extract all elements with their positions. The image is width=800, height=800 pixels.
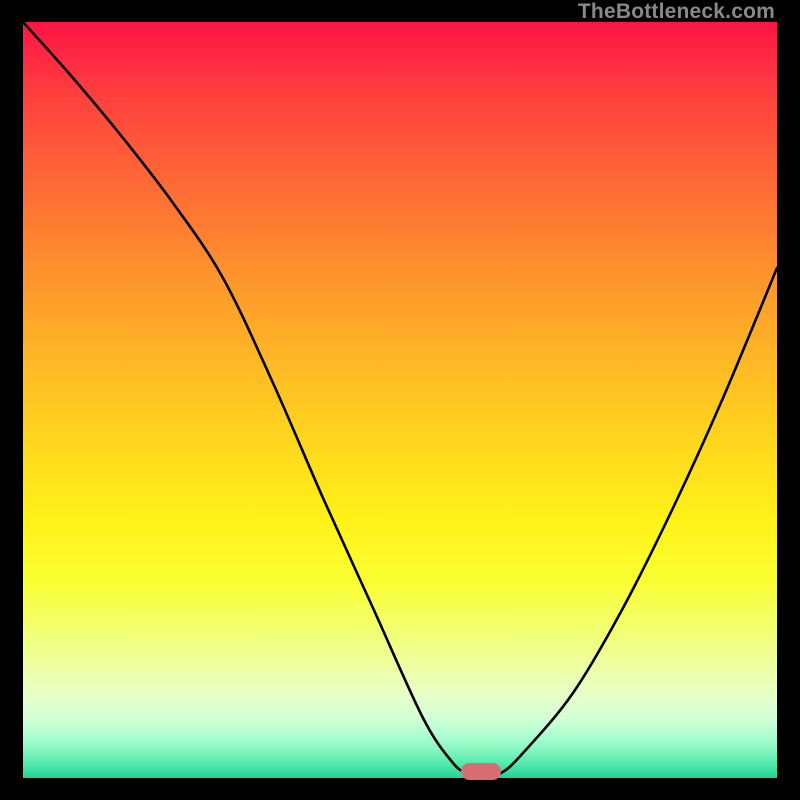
chart-frame — [23, 22, 777, 778]
gradient-background — [23, 22, 777, 778]
watermark: TheBottleneck.com — [578, 0, 775, 24]
optimal-marker — [461, 763, 501, 780]
